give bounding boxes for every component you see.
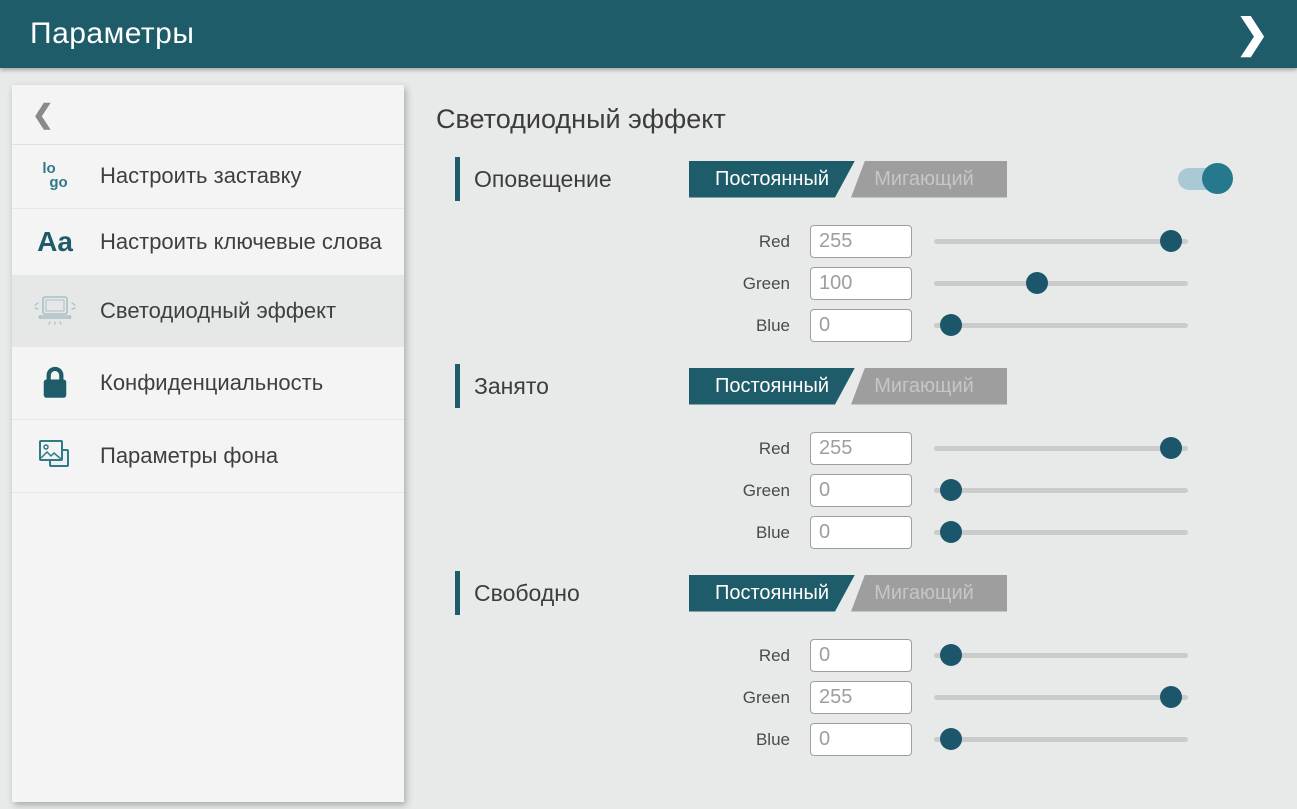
green-value-input[interactable] [810,681,912,714]
blue-slider[interactable] [934,309,1188,342]
channel-row-blue: Blue [436,516,1224,549]
slider-track[interactable] [934,239,1188,244]
slider-thumb[interactable] [940,521,962,543]
sidebar-item-splash-screen[interactable]: lo go Настроить заставку [12,145,404,209]
channel-row-green: Green [436,474,1224,507]
mode-constant-button[interactable]: Постоянный [689,368,855,405]
green-value-input[interactable] [810,267,912,300]
mode-blinking-button[interactable]: Мигающий [841,161,1007,198]
red-slider[interactable] [934,225,1188,258]
slider-track[interactable] [934,695,1188,700]
red-value-input[interactable] [810,639,912,672]
channel-label: Blue [436,523,790,543]
channel-row-blue: Blue [436,309,1224,342]
section-accent-bar [455,157,460,201]
green-slider[interactable] [934,681,1188,714]
green-slider[interactable] [934,267,1188,300]
main-title: Светодиодный эффект [436,104,1224,135]
sidebar: ❮ lo go Настроить заставку Aa Настроить … [12,85,404,802]
section-free: Свободно Постоянный Мигающий Red Green [436,571,1224,756]
chevron-right-icon[interactable]: ❯ [1229,12,1275,56]
slider-track[interactable] [934,281,1188,286]
green-value-input[interactable] [810,474,912,507]
red-value-input[interactable] [810,432,912,465]
app-header: Параметры ❯ [0,0,1297,68]
mode-constant-button[interactable]: Постоянный [689,575,855,612]
channel-row-blue: Blue [436,723,1224,756]
mode-blinking-button[interactable]: Мигающий [841,368,1007,405]
channel-row-red: Red [436,432,1224,465]
channel-row-red: Red [436,225,1224,258]
sidebar-item-keywords[interactable]: Aa Настроить ключевые слова [12,209,404,276]
section-title: Занято [474,373,689,400]
slider-track[interactable] [934,323,1188,328]
channel-label: Green [436,688,790,708]
section-accent-bar [455,571,460,615]
slider-thumb[interactable] [1026,272,1048,294]
slider-track[interactable] [934,488,1188,493]
logo-icon: lo go [32,162,78,191]
blue-slider[interactable] [934,723,1188,756]
slider-thumb[interactable] [1160,437,1182,459]
slider-thumb[interactable] [1160,230,1182,252]
slider-thumb[interactable] [940,644,962,666]
channel-label: Red [436,646,790,666]
channel-row-green: Green [436,267,1224,300]
section-busy: Занято Постоянный Мигающий Red Green [436,364,1224,549]
slider-thumb[interactable] [940,479,962,501]
sidebar-item-background[interactable]: Параметры фона [12,420,404,493]
slider-thumb[interactable] [940,728,962,750]
slider-track[interactable] [934,446,1188,451]
red-value-input[interactable] [810,225,912,258]
green-slider[interactable] [934,474,1188,507]
sidebar-collapse-button[interactable]: ❮ [12,85,404,145]
lock-icon [32,364,78,402]
red-slider[interactable] [934,432,1188,465]
sidebar-item-label: Настроить заставку [100,163,302,189]
mode-constant-button[interactable]: Постоянный [689,161,855,198]
sidebar-item-label: Светодиодный эффект [100,298,336,324]
blue-value-input[interactable] [810,309,912,342]
mode-toggle: Постоянный Мигающий [689,575,1007,612]
page-title: Параметры [30,17,194,51]
mode-toggle: Постоянный Мигающий [689,368,1007,405]
section-title: Свободно [474,580,689,607]
blue-slider[interactable] [934,516,1188,549]
background-images-icon [32,437,78,475]
red-slider[interactable] [934,639,1188,672]
led-screen-icon [32,293,78,329]
channel-label: Red [436,439,790,459]
section-title: Оповещение [474,166,689,193]
slider-track[interactable] [934,737,1188,742]
keywords-icon: Aa [32,226,78,258]
section-accent-bar [455,364,460,408]
mode-toggle: Постоянный Мигающий [689,161,1007,198]
channel-row-green: Green [436,681,1224,714]
sidebar-item-label: Конфиденциальность [100,370,323,396]
sidebar-item-led-effect[interactable]: Светодиодный эффект [12,276,404,347]
channel-label: Green [436,274,790,294]
slider-thumb[interactable] [1160,686,1182,708]
sidebar-item-privacy[interactable]: Конфиденциальность [12,347,404,420]
blue-value-input[interactable] [810,516,912,549]
channel-label: Green [436,481,790,501]
slider-thumb[interactable] [940,314,962,336]
channel-label: Red [436,232,790,252]
main-content: Светодиодный эффект Оповещение Постоянны… [436,96,1224,778]
sidebar-item-label: Параметры фона [100,443,278,469]
channel-label: Blue [436,316,790,336]
blue-value-input[interactable] [810,723,912,756]
notification-switch[interactable] [1178,168,1224,190]
sidebar-item-label: Настроить ключевые слова [100,229,382,255]
channel-row-red: Red [436,639,1224,672]
section-notification: Оповещение Постоянный Мигающий Red Green [436,157,1224,342]
chevron-left-icon: ❮ [32,99,54,130]
mode-blinking-button[interactable]: Мигающий [841,575,1007,612]
slider-track[interactable] [934,653,1188,658]
switch-knob [1202,163,1233,194]
slider-track[interactable] [934,530,1188,535]
channel-label: Blue [436,730,790,750]
